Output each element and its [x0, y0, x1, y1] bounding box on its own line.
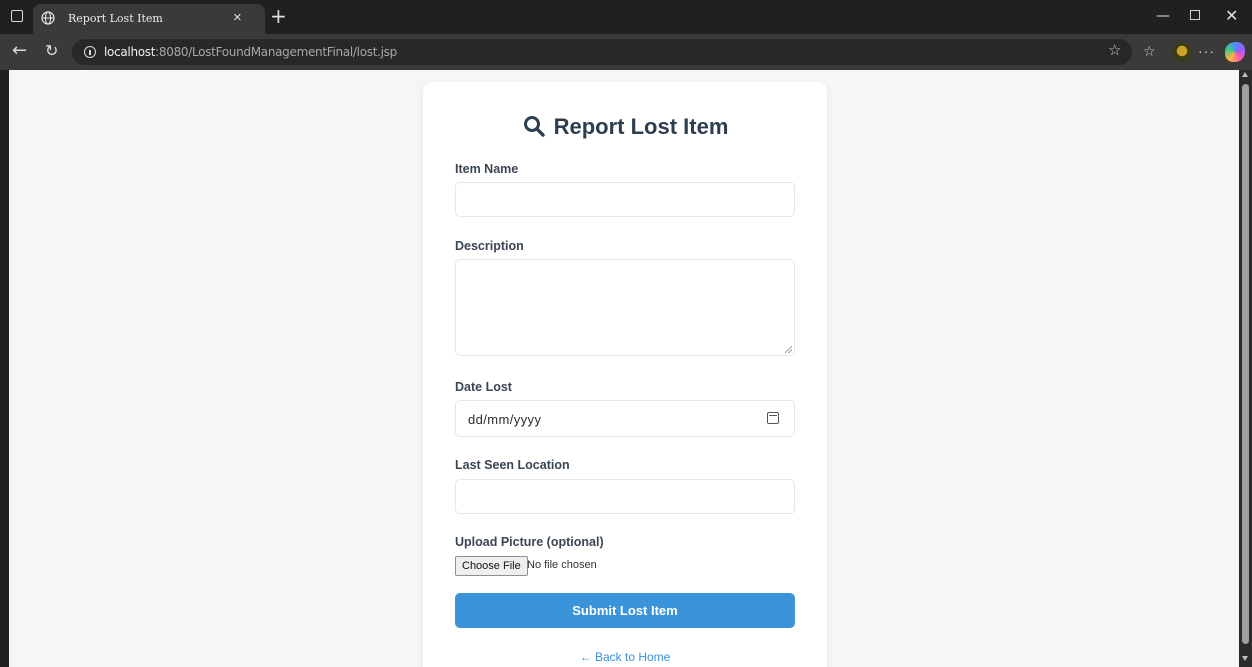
page-title: Report Lost Item	[423, 114, 827, 140]
page-viewport: Report Lost Item Item Name Description D…	[9, 70, 1239, 667]
scroll-thumb[interactable]	[1242, 84, 1249, 644]
profile-avatar[interactable]	[1172, 42, 1192, 62]
resize-grip-icon[interactable]	[785, 346, 792, 353]
url-path: :8080/LostFoundManagementFinal/lost.jsp	[155, 45, 397, 59]
back-arrow-icon[interactable]: ←	[12, 42, 27, 60]
close-window-button[interactable]: ✕	[1225, 6, 1238, 26]
date-placeholder: dd/mm/yyyy	[468, 412, 542, 427]
file-status: No file chosen	[527, 559, 597, 571]
favorites-icon[interactable]: ☆	[1143, 43, 1156, 61]
tab-close-icon[interactable]: ×	[233, 9, 242, 27]
window-menu-icon[interactable]	[11, 10, 23, 22]
calendar-icon[interactable]	[767, 412, 779, 424]
back-to-home-link[interactable]: ← Back to Home	[423, 650, 827, 664]
last-seen-location-label: Last Seen Location	[455, 458, 570, 472]
tab-title: Report Lost Item	[68, 12, 163, 25]
scroll-down-icon[interactable]	[1242, 656, 1248, 661]
scroll-up-icon[interactable]	[1242, 72, 1248, 77]
item-name-label: Item Name	[455, 162, 519, 176]
description-field[interactable]	[455, 259, 795, 356]
maximize-button[interactable]	[1190, 10, 1200, 20]
reload-icon[interactable]: ↻	[45, 42, 58, 60]
tab-report-lost-item[interactable]: Report Lost Item ×	[33, 4, 265, 34]
title-bar: Report Lost Item × + — ✕	[0, 0, 1252, 34]
url-text[interactable]: localhost:8080/LostFoundManagementFinal/…	[104, 45, 397, 59]
globe-icon	[41, 11, 55, 25]
new-tab-button[interactable]: +	[270, 6, 287, 26]
copilot-icon[interactable]	[1225, 42, 1245, 62]
report-form-card: Report Lost Item Item Name Description D…	[423, 82, 827, 667]
submit-lost-item-button[interactable]: Submit Lost Item	[455, 593, 795, 628]
last-seen-location-input[interactable]	[456, 480, 794, 513]
page-title-text: Report Lost Item	[553, 114, 729, 139]
info-icon[interactable]	[84, 46, 96, 58]
item-name-field[interactable]	[455, 182, 795, 217]
address-bar[interactable]: localhost:8080/LostFoundManagementFinal/…	[72, 39, 1132, 65]
more-icon[interactable]: ···	[1198, 42, 1215, 60]
upload-picture-label: Upload Picture (optional)	[455, 535, 604, 549]
navigation-bar: ← ↻ localhost:8080/LostFoundManagementFi…	[0, 34, 1252, 70]
star-icon[interactable]: ☆	[1108, 42, 1121, 60]
date-lost-field[interactable]: dd/mm/yyyy	[455, 400, 795, 437]
item-name-input[interactable]	[456, 183, 794, 216]
description-label: Description	[455, 239, 524, 253]
url-host: localhost	[104, 45, 156, 59]
search-icon	[523, 116, 545, 137]
date-lost-label: Date Lost	[455, 380, 512, 394]
choose-file-button[interactable]: Choose File	[455, 556, 528, 576]
vertical-scrollbar[interactable]	[1239, 70, 1252, 667]
last-seen-location-field[interactable]	[455, 479, 795, 514]
minimize-button[interactable]: —	[1156, 6, 1170, 26]
